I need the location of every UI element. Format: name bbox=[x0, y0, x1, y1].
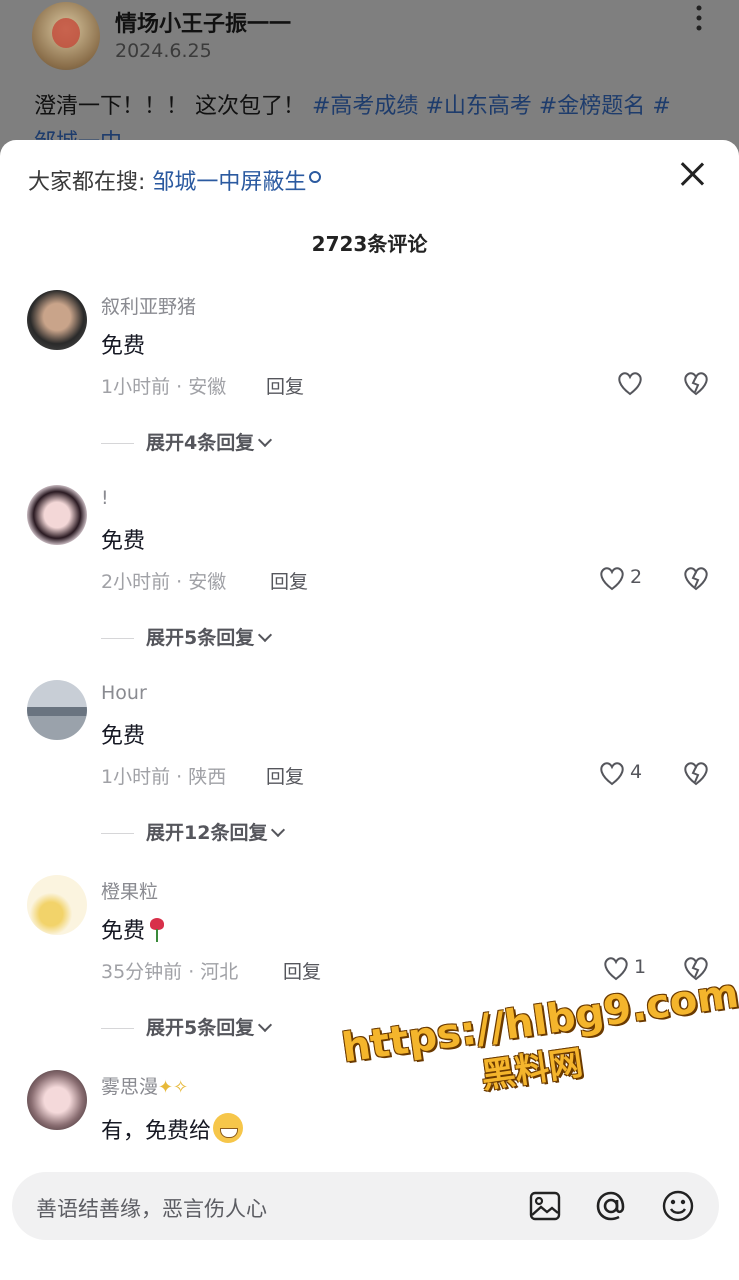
divider bbox=[101, 832, 134, 835]
at-icon[interactable] bbox=[593, 1188, 629, 1224]
comment-author[interactable]: 雾思漫✦✧ bbox=[101, 1072, 188, 1099]
reply-button[interactable]: 回复 bbox=[266, 372, 304, 399]
comment-text: 免费 bbox=[101, 334, 146, 359]
comment-text: 免费 bbox=[101, 724, 146, 749]
comment-item: Hour 免费 1小时前 · 陕西 回复 4 展开12条回复 bbox=[0, 680, 739, 875]
avatar[interactable] bbox=[27, 485, 87, 545]
comment-author[interactable]: 橙果粒 bbox=[101, 877, 158, 904]
author-avatar[interactable] bbox=[32, 2, 100, 70]
expand-replies-label: 展开4条回复 bbox=[146, 432, 255, 454]
broken-heart-icon bbox=[684, 762, 708, 786]
comment-author-label: 雾思漫 bbox=[101, 1076, 159, 1098]
close-icon[interactable] bbox=[678, 160, 706, 188]
hashtag[interactable]: #山东高考 bbox=[425, 94, 531, 119]
search-icon[interactable] bbox=[309, 171, 322, 183]
comment-meta: 35分钟前 · 河北 bbox=[101, 961, 239, 983]
expand-replies-button[interactable]: 展开4条回复 bbox=[101, 428, 273, 455]
like-button[interactable]: 2 bbox=[598, 565, 658, 593]
broken-heart-icon bbox=[684, 372, 708, 396]
post-text-body: 澄清一下！！！ 这次包了！ bbox=[34, 94, 312, 119]
emoji-icon[interactable] bbox=[660, 1188, 696, 1224]
post-date: 2024.6.25 bbox=[115, 40, 212, 62]
expand-replies-label: 展开5条回复 bbox=[146, 1017, 255, 1039]
hashtag[interactable]: #金榜题名 bbox=[539, 94, 645, 119]
chevron-down-icon bbox=[258, 1017, 273, 1033]
comment-text: 免费 bbox=[101, 913, 165, 945]
comment-author[interactable]: ! bbox=[101, 487, 109, 509]
trending-search-keyword[interactable]: 邹城一中屏蔽生 bbox=[152, 170, 306, 195]
image-icon[interactable] bbox=[527, 1188, 563, 1224]
comment-author[interactable]: 叙利亚野猪 bbox=[101, 292, 196, 319]
dislike-button[interactable] bbox=[682, 565, 712, 593]
post-author[interactable]: 情场小王子振一一 bbox=[115, 6, 291, 38]
like-button[interactable]: 4 bbox=[598, 760, 658, 788]
rose-emoji-icon bbox=[149, 918, 165, 942]
divider bbox=[101, 442, 134, 445]
trending-search: 大家都在搜: 邹城一中屏蔽生 bbox=[28, 164, 322, 196]
comment-input-bar: 善语结善缘，恶言伤人心 bbox=[0, 1160, 739, 1280]
comment-meta: 1小时前 · 陕西 bbox=[101, 766, 227, 788]
expand-replies-button[interactable]: 展开5条回复 bbox=[101, 623, 273, 650]
comment-author[interactable]: Hour bbox=[101, 682, 147, 704]
comment-text: 免费 bbox=[101, 529, 146, 554]
comment-meta: 2小时前 · 安徽 bbox=[101, 571, 227, 593]
broken-heart-icon bbox=[684, 567, 708, 591]
divider bbox=[101, 637, 134, 640]
heart-outline-icon bbox=[600, 762, 624, 786]
expand-replies-label: 展开12条回复 bbox=[146, 822, 268, 844]
like-count: 4 bbox=[630, 761, 643, 783]
like-count: 1 bbox=[634, 956, 647, 978]
comment-input-placeholder: 善语结善缘，恶言伤人心 bbox=[36, 1197, 267, 1221]
sparkles-emoji-icon: ✦✧ bbox=[158, 1077, 189, 1098]
chevron-down-icon bbox=[258, 432, 273, 448]
post-text: 澄清一下！！！ 这次包了！ #高考成绩 #山东高考 #金榜题名 # bbox=[34, 88, 671, 120]
avatar[interactable] bbox=[27, 875, 87, 935]
avatar[interactable] bbox=[27, 680, 87, 740]
reply-button[interactable]: 回复 bbox=[266, 762, 304, 789]
chevron-down-icon bbox=[271, 822, 286, 838]
heart-outline-icon bbox=[618, 372, 642, 396]
dislike-button[interactable] bbox=[682, 760, 712, 788]
comment-text: 有，免费给 bbox=[101, 1108, 244, 1145]
heart-outline-icon bbox=[600, 567, 624, 591]
reply-button[interactable]: 回复 bbox=[283, 957, 321, 984]
comment-sheet: 大家都在搜: 邹城一中屏蔽生 2723条评论 叙利亚野猪 免费 1小时前 · 安… bbox=[0, 140, 739, 1280]
comment-input[interactable]: 善语结善缘，恶言伤人心 bbox=[12, 1172, 719, 1240]
avatar[interactable] bbox=[27, 1070, 87, 1130]
chevron-down-icon bbox=[258, 627, 273, 643]
hashtag[interactable]: # bbox=[652, 94, 670, 119]
comment-count: 2723条评论 bbox=[311, 232, 428, 256]
expand-replies-label: 展开5条回复 bbox=[146, 627, 255, 649]
comment-text-body: 免费 bbox=[101, 919, 146, 944]
like-button[interactable]: 1 bbox=[602, 955, 662, 983]
expand-replies-button[interactable]: 展开12条回复 bbox=[101, 818, 286, 845]
reply-button[interactable]: 回复 bbox=[270, 567, 308, 594]
grin-emoji-icon bbox=[213, 1113, 244, 1143]
hashtag[interactable]: #高考成绩 bbox=[312, 94, 418, 119]
comment-item: 叙利亚野猪 免费 1小时前 · 安徽 回复 展开4条回复 bbox=[0, 290, 739, 485]
trending-search-label: 大家都在搜: bbox=[28, 170, 153, 195]
comment-item: ! 免费 2小时前 · 安徽 回复 2 展开5条回复 bbox=[0, 485, 739, 680]
more-vertical-icon[interactable] bbox=[690, 4, 708, 34]
like-button[interactable] bbox=[616, 370, 676, 398]
divider bbox=[101, 1027, 134, 1030]
comment-meta: 1小时前 · 安徽 bbox=[101, 376, 227, 398]
comment-text-body: 有，免费给 bbox=[101, 1119, 212, 1144]
like-count: 2 bbox=[630, 566, 643, 588]
expand-replies-button[interactable]: 展开5条回复 bbox=[101, 1013, 273, 1040]
heart-outline-icon bbox=[604, 957, 628, 981]
dislike-button[interactable] bbox=[682, 370, 712, 398]
avatar[interactable] bbox=[27, 290, 87, 350]
